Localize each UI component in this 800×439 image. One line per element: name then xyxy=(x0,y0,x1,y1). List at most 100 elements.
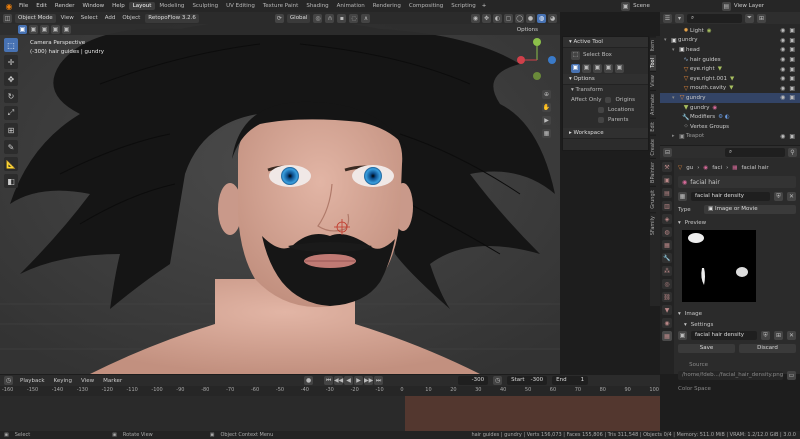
render-camera-icon[interactable]: ▣ xyxy=(789,133,795,140)
filepath-field[interactable]: /home/fdeb.../facial_hair_density.png xyxy=(678,371,783,380)
shading-rendered-icon[interactable]: ◕ xyxy=(548,13,557,23)
mode-extend-icon[interactable]: ▣ xyxy=(582,63,591,73)
visibility-eye-icon[interactable]: ◉ xyxy=(780,85,785,92)
workspace-header[interactable]: ▸ Workspace xyxy=(563,128,648,139)
preview-range-icon[interactable]: ◷ xyxy=(493,376,503,385)
mode-subtract-icon[interactable]: ▣ xyxy=(593,63,602,73)
jump-start-icon[interactable]: ⏮ xyxy=(324,376,334,385)
tab-create[interactable]: Create xyxy=(650,134,656,159)
start-frame-field[interactable]: Start -300 xyxy=(507,376,548,385)
zoom-icon[interactable]: ⊕ xyxy=(542,90,551,99)
output-tab-icon[interactable]: ▤ xyxy=(662,188,672,198)
next-keyframe-icon[interactable]: ▶▶ xyxy=(364,376,373,385)
perspective-toggle-icon[interactable]: ▦ xyxy=(542,129,551,138)
transform-orientation-dropdown[interactable]: Global xyxy=(286,13,311,23)
data-tab-icon[interactable]: ▼ xyxy=(662,305,672,315)
select-mode-extend-icon[interactable]: ▣ xyxy=(29,25,38,34)
move-tool-icon[interactable]: ✥ xyxy=(4,72,18,86)
outliner-row[interactable]: ▾ ▣ head ◉ ▣ xyxy=(660,45,800,55)
workspace-tab-animation[interactable]: Animation xyxy=(333,2,369,10)
add-cube-tool-icon[interactable]: ◧ xyxy=(4,174,18,188)
workspace-tab-compositing[interactable]: Compositing xyxy=(405,2,447,10)
workspace-tab-scripting[interactable]: Scripting xyxy=(447,2,479,10)
filter-icon[interactable]: ⏷ xyxy=(745,13,754,23)
origins-checkbox[interactable] xyxy=(605,97,612,103)
tab-view[interactable]: View xyxy=(650,71,656,90)
outliner-row[interactable]: ▽ eye.right.001 ▼ ◉ ▣ xyxy=(660,74,800,84)
material-slot[interactable]: ◉ facial hair xyxy=(678,176,796,188)
outliner-search-input[interactable]: ⌕ xyxy=(687,13,742,23)
image-header[interactable]: ▾ Image xyxy=(678,308,796,319)
outliner-row[interactable]: ▼ gundry ◉ xyxy=(660,103,800,113)
display-mode-icon[interactable]: ▾ xyxy=(675,13,684,23)
prev-keyframe-icon[interactable]: ◀◀ xyxy=(334,376,343,385)
rotate-tool-icon[interactable]: ↻ xyxy=(4,89,18,103)
render-tab-icon[interactable]: ▣ xyxy=(662,175,672,185)
tab-item[interactable]: Item xyxy=(650,36,656,55)
visibility-eye-icon[interactable]: ◉ xyxy=(780,56,785,63)
pivot-icon[interactable]: ◎ xyxy=(313,13,323,23)
select-mode-subtract-icon[interactable]: ▣ xyxy=(40,25,49,34)
cursor-tool-icon[interactable]: ✛ xyxy=(4,55,18,69)
3d-viewport[interactable]: Camera Perspective (-300) hair guides | … xyxy=(0,24,560,374)
snap-target-icon[interactable]: ▪ xyxy=(337,13,347,23)
retopoflow-button[interactable]: RetopoFlow 3.2.6 xyxy=(145,13,199,23)
camera-view-icon[interactable]: ▶ xyxy=(542,116,551,125)
workspace-tab-layout[interactable]: Layout xyxy=(128,2,156,10)
object-tab-icon[interactable]: ▦ xyxy=(662,240,672,250)
overlays-icon[interactable]: ◐ xyxy=(493,13,502,23)
menu-render[interactable]: Render xyxy=(51,3,79,9)
timeline-ruler[interactable]: -160 -150 -140 -130 -120 -110 -100 -90 -80 -70 -60… xyxy=(0,386,660,396)
discard-button[interactable]: Discard xyxy=(739,344,796,353)
select-mode-intersect-icon[interactable]: ▣ xyxy=(62,25,71,34)
render-camera-icon[interactable]: ▣ xyxy=(789,27,795,34)
visibility-eye-icon[interactable]: ◉ xyxy=(780,46,785,53)
outliner-editor-icon[interactable]: ☰ xyxy=(663,13,672,23)
image-unlink-icon[interactable]: ✕ xyxy=(787,331,796,340)
outliner-row[interactable]: ▽ eye.right ▼ ◉ ▣ xyxy=(660,64,800,74)
locations-checkbox[interactable] xyxy=(598,107,604,113)
record-icon[interactable]: ● xyxy=(304,376,314,385)
visibility-eye-icon[interactable]: ◉ xyxy=(780,75,785,82)
mode-set-icon[interactable]: ▣ xyxy=(571,63,580,73)
new-collection-icon[interactable]: ⊞ xyxy=(757,13,766,23)
transform-tool-icon[interactable]: ⊞ xyxy=(4,123,18,137)
jump-end-icon[interactable]: ⏭ xyxy=(374,376,384,385)
parents-checkbox[interactable] xyxy=(598,117,604,123)
select-mode-new-icon[interactable]: ▣ xyxy=(18,25,27,34)
timeline-menu-marker[interactable]: Marker xyxy=(101,378,124,384)
current-frame-field[interactable]: -300 xyxy=(458,376,489,385)
image-name-field[interactable]: facial hair density xyxy=(691,331,757,340)
workspace-tab-shading[interactable]: Shading xyxy=(302,2,332,10)
visibility-eye-icon[interactable]: ◉ xyxy=(780,94,785,101)
visibility-icon[interactable]: ◉ xyxy=(471,13,480,23)
menu-file[interactable]: File xyxy=(15,3,32,9)
mode-intersect-icon[interactable]: ▣ xyxy=(615,63,624,73)
constraints-tab-icon[interactable]: ⛓ xyxy=(662,292,672,302)
view-layer-selector[interactable]: View Layer xyxy=(734,3,764,9)
annotate-tool-icon[interactable]: ✎ xyxy=(4,140,18,154)
gizmo-icon[interactable]: ✥ xyxy=(482,13,491,23)
unlink-icon[interactable]: ✕ xyxy=(787,192,796,201)
transform-header[interactable]: ▾ Transform xyxy=(563,85,648,95)
viewport-menu-view[interactable]: View xyxy=(59,15,76,21)
options-button[interactable]: Options xyxy=(515,27,540,33)
folder-icon[interactable]: ▭ xyxy=(787,371,796,380)
preview-header[interactable]: ▾ Preview xyxy=(678,217,796,228)
menu-edit[interactable]: Edit xyxy=(32,3,51,9)
play-reverse-icon[interactable]: ◀ xyxy=(344,376,354,385)
shading-material-icon[interactable]: ◍ xyxy=(537,13,546,23)
fake-user-icon[interactable]: ⛨ xyxy=(774,192,783,201)
outliner-row-selected[interactable]: ▾ ▽ gundry ◉ ▣ xyxy=(660,93,800,103)
image-browse-icon[interactable]: ▣ xyxy=(678,331,687,340)
modifier-tab-icon[interactable]: 🔧 xyxy=(662,253,672,263)
visibility-eye-icon[interactable]: ◉ xyxy=(780,66,785,73)
workspace-tab-uv-editing[interactable]: UV Editing xyxy=(222,2,259,10)
properties-search-input[interactable]: ⌕ xyxy=(725,147,785,157)
workspace-tab-sculpting[interactable]: Sculpting xyxy=(188,2,222,10)
add-workspace-icon[interactable]: + xyxy=(480,3,489,9)
image-new-icon[interactable]: ⊞ xyxy=(774,331,783,340)
tab-sfamily[interactable]: SFamily xyxy=(650,211,656,239)
render-camera-icon[interactable]: ▣ xyxy=(789,56,795,63)
workspace-tab-rendering[interactable]: Rendering xyxy=(369,2,405,10)
